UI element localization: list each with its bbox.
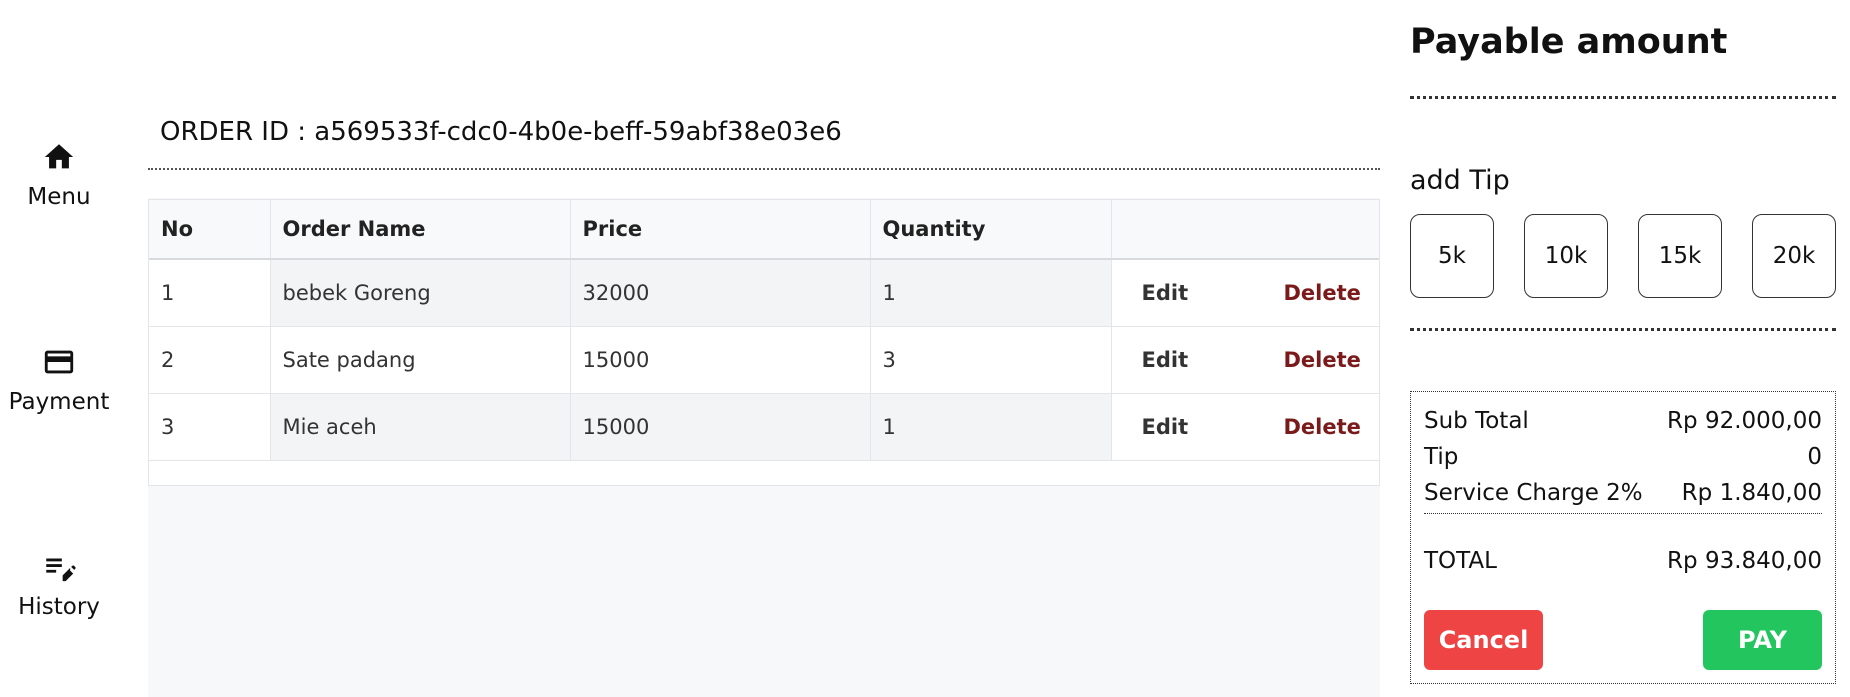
total-label: TOTAL <box>1424 548 1497 574</box>
sidebar-item-menu[interactable]: Menu <box>0 140 118 210</box>
edit-button[interactable]: Edit <box>1142 281 1189 305</box>
tip-5k-button[interactable]: 5k <box>1410 214 1494 298</box>
tip-title: add Tip <box>1410 165 1510 196</box>
order-header: ORDER ID : a569533f-cdc0-4b0e-beff-59abf… <box>148 0 1380 198</box>
service-charge-row: Service Charge 2% Rp 1.840,00 <box>1424 480 1822 506</box>
table-header-row: No Order Name Price Quantity <box>149 200 1379 259</box>
total-row: TOTAL Rp 93.840,00 <box>1424 548 1822 574</box>
divider <box>1424 513 1822 514</box>
subtotal-label: Sub Total <box>1424 408 1529 434</box>
cancel-button[interactable]: Cancel <box>1424 610 1543 670</box>
column-header-order-name: Order Name <box>270 200 571 259</box>
credit-card-icon <box>44 350 74 374</box>
cell-actions: Edit Delete <box>1111 259 1379 326</box>
order-id: ORDER ID : a569533f-cdc0-4b0e-beff-59abf… <box>160 117 842 147</box>
edit-button[interactable]: Edit <box>1142 348 1189 372</box>
delete-button[interactable]: Delete <box>1284 348 1361 372</box>
cell-quantity: 1 <box>870 259 1112 326</box>
cell-order-name: Sate padang <box>270 326 571 393</box>
cell-quantity: 1 <box>870 393 1112 460</box>
cell-no: 2 <box>149 326 271 393</box>
tip-15k-button[interactable]: 15k <box>1638 214 1722 298</box>
service-charge-value: Rp 1.840,00 <box>1681 480 1822 506</box>
subtotal-row: Sub Total Rp 92.000,00 <box>1424 408 1822 434</box>
sidebar-item-history[interactable]: History <box>0 550 118 620</box>
cell-order-name: bebek Goreng <box>270 259 571 326</box>
column-header-no: No <box>149 200 271 259</box>
delete-button[interactable]: Delete <box>1284 415 1361 439</box>
payment-summary: Sub Total Rp 92.000,00 Tip 0 Service Cha… <box>1410 391 1836 684</box>
cell-actions: Edit Delete <box>1111 326 1379 393</box>
cell-no: 3 <box>149 393 271 460</box>
column-header-quantity: Quantity <box>870 200 1112 259</box>
table-row: 1 bebek Goreng 32000 1 Edit Delete <box>149 259 1379 326</box>
column-header-price: Price <box>570 200 871 259</box>
cell-no: 1 <box>149 259 271 326</box>
sidebar-item-payment[interactable]: Payment <box>0 345 118 415</box>
subtotal-value: Rp 92.000,00 <box>1667 408 1822 434</box>
table-row: 3 Mie aceh 15000 1 Edit Delete <box>149 393 1379 460</box>
sidebar-item-label: Payment <box>8 389 110 415</box>
cell-quantity: 3 <box>870 326 1112 393</box>
cell-order-name: Mie aceh <box>270 393 571 460</box>
edit-list-icon <box>46 558 76 582</box>
service-charge-label: Service Charge 2% <box>1424 480 1643 506</box>
divider <box>1410 328 1836 331</box>
edit-button[interactable]: Edit <box>1142 415 1189 439</box>
tip-label: Tip <box>1424 444 1459 470</box>
delete-button[interactable]: Delete <box>1284 281 1361 305</box>
sidebar-item-label: Menu <box>27 184 91 210</box>
total-value: Rp 93.840,00 <box>1667 548 1822 574</box>
column-header-actions <box>1111 200 1379 259</box>
order-table-container: No Order Name Price Quantity 1 bebek Gor… <box>148 199 1380 486</box>
pay-button[interactable]: PAY <box>1703 610 1822 670</box>
tip-value: 0 <box>1807 444 1822 470</box>
tip-10k-button[interactable]: 10k <box>1524 214 1608 298</box>
order-table: No Order Name Price Quantity 1 bebek Gor… <box>149 200 1379 461</box>
payment-panel: Payable amount add Tip 5k 10k 15k 20k Su… <box>1380 0 1850 697</box>
tip-row: Tip 0 <box>1424 444 1822 470</box>
tip-20k-button[interactable]: 20k <box>1752 214 1836 298</box>
divider <box>1410 96 1836 99</box>
home-icon <box>44 144 74 169</box>
sidebar-item-label: History <box>18 594 100 620</box>
cell-actions: Edit Delete <box>1111 393 1379 460</box>
table-row: 2 Sate padang 15000 3 Edit Delete <box>149 326 1379 393</box>
cell-price: 15000 <box>570 326 871 393</box>
sidebar: Menu Payment History <box>0 0 148 697</box>
cell-price: 32000 <box>570 259 871 326</box>
cell-price: 15000 <box>570 393 871 460</box>
panel-title: Payable amount <box>1410 22 1728 62</box>
main-content: ORDER ID : a569533f-cdc0-4b0e-beff-59abf… <box>148 0 1380 697</box>
divider <box>148 168 1380 170</box>
